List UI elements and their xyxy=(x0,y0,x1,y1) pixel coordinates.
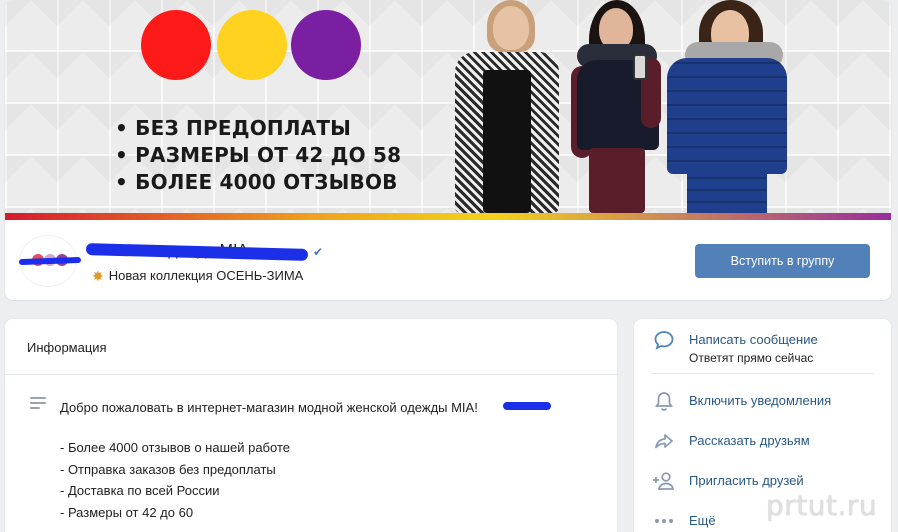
text-lines-icon xyxy=(30,397,46,411)
more-dots-icon xyxy=(652,510,676,532)
action-label: Включить уведомления xyxy=(689,393,832,408)
divider xyxy=(5,374,617,375)
status-text: Новая коллекция ОСЕНЬ-ЗИМА xyxy=(108,268,304,283)
action-sublabel: Ответят прямо сейчас xyxy=(689,351,814,365)
join-group-button[interactable]: Вступить в группу xyxy=(695,244,870,278)
yellow-circle-decoration xyxy=(217,10,287,80)
model-checkered-coat xyxy=(445,0,565,213)
action-label: Ещё xyxy=(689,513,716,528)
share-action[interactable]: Рассказать друзьям xyxy=(634,430,891,466)
model-blue-puffer xyxy=(663,0,791,213)
purple-circle-decoration xyxy=(291,10,361,80)
bell-icon xyxy=(652,390,676,414)
action-label: Рассказать друзьям xyxy=(689,433,810,448)
community-header-card: БЕЗ ПРЕДОПЛАТЫ РАЗМЕРЫ ОТ 42 ДО 58 БОЛЕЕ… xyxy=(5,0,891,300)
red-circle-decoration xyxy=(141,10,211,80)
enable-notifications-action[interactable]: Включить уведомления xyxy=(634,390,891,426)
redaction-scribble xyxy=(503,402,551,410)
send-message-action[interactable]: Написать сообщение Ответят прямо сейчас xyxy=(634,329,891,365)
group-status: ✸ Новая коллекция ОСЕНЬ-ЗИМА xyxy=(92,268,303,283)
add-user-icon xyxy=(652,470,676,494)
message-bubble-icon xyxy=(652,329,676,353)
maple-leaf-icon: ✸ xyxy=(92,267,104,284)
info-title: Информация xyxy=(27,340,107,355)
list-item: - Отправка заказов без предоплаты xyxy=(60,461,276,477)
share-arrow-icon xyxy=(652,430,676,454)
list-item: - Доставка по всей России xyxy=(60,483,220,498)
cover-image: БЕЗ ПРЕДОПЛАТЫ РАЗМЕРЫ ОТ 42 ДО 58 БОЛЕЕ… xyxy=(5,0,891,220)
divider xyxy=(652,373,874,374)
action-label: Написать сообщение xyxy=(689,332,818,347)
verified-check-icon: ✔ xyxy=(313,245,324,259)
model-navy-jacket xyxy=(571,0,666,213)
info-card: Информация Добро пожаловать в интернет-м… xyxy=(5,319,617,532)
description-list: - Более 4000 отзывов о нашей работе - От… xyxy=(60,437,290,523)
description-text: Добро пожаловать в интернет-магазин модн… xyxy=(60,400,478,415)
cover-bullet: БЕЗ ПРЕДОПЛАТЫ xyxy=(115,115,401,142)
cover-gradient-stripe xyxy=(5,213,891,220)
list-item: - Более 4000 отзывов о нашей работе xyxy=(60,440,290,455)
cover-bullet: РАЗМЕРЫ ОТ 42 ДО 58 xyxy=(115,142,401,169)
list-item: - Размеры от 42 до 60 xyxy=(60,504,194,520)
cover-bullet: БОЛЕЕ 4000 ОТЗЫВОВ xyxy=(115,169,401,196)
cover-bullets: БЕЗ ПРЕДОПЛАТЫ РАЗМЕРЫ ОТ 42 ДО 58 БОЛЕЕ… xyxy=(115,115,401,196)
action-label: Пригласить друзей xyxy=(689,473,804,488)
watermark: prtut.ru xyxy=(766,489,878,522)
